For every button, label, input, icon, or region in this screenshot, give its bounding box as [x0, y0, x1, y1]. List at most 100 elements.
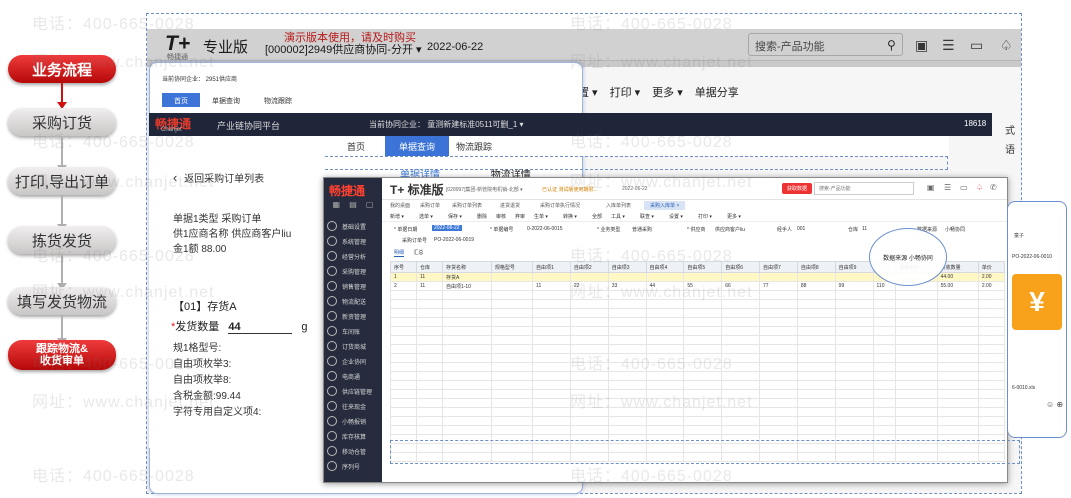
- page-tab[interactable]: 采购入库单 ×: [644, 201, 686, 210]
- grid-cell[interactable]: [490, 272, 534, 282]
- box-icon[interactable]: ▢: [366, 200, 374, 209]
- grid-column-header[interactable]: 序号: [390, 261, 417, 273]
- flow-step-print[interactable]: 打印,导出订单: [8, 167, 116, 195]
- toolbar-button[interactable]: 弃审: [515, 213, 525, 220]
- toolbar-button[interactable]: 联查 ▾: [640, 213, 654, 220]
- toolbar-button[interactable]: 更多 ▾: [727, 213, 741, 220]
- grid-cell[interactable]: [532, 272, 571, 282]
- subtab-summary[interactable]: 汇总: [413, 250, 423, 256]
- grid-cell[interactable]: 44: [645, 281, 685, 291]
- grid-cell[interactable]: 1: [390, 272, 417, 282]
- toolbar-button[interactable]: 保存 ▾: [448, 213, 462, 220]
- toolbar-button[interactable]: 删除: [477, 213, 487, 220]
- toolbar-button[interactable]: 工具 ▾: [611, 213, 625, 220]
- grid-cell[interactable]: 66: [721, 281, 761, 291]
- sidebar-item[interactable]: 基础设置: [327, 220, 382, 232]
- yuan-icon[interactable]: ¥: [1012, 274, 1062, 330]
- grid-cell[interactable]: [607, 272, 647, 282]
- sidebar-item[interactable]: 电商通: [327, 370, 382, 382]
- chat-file-xls[interactable]: 6-0010.xls: [1012, 385, 1035, 391]
- phone-icon[interactable]: ✆: [990, 183, 997, 192]
- grid-column-header[interactable]: 规格型号: [490, 261, 534, 273]
- sidebar-item[interactable]: 新资管理: [327, 310, 382, 322]
- page-tab[interactable]: 进货退货: [500, 202, 520, 209]
- back-to-list-link[interactable]: ‹ 返回采购订单列表: [173, 170, 264, 185]
- grid-column-header[interactable]: 自由项2: [569, 261, 609, 273]
- menu-more[interactable]: 更多 ▾: [652, 84, 683, 100]
- sidebar-item[interactable]: 往来现金: [327, 400, 382, 412]
- emoji-icon[interactable]: ☺ ⊕: [1046, 400, 1063, 409]
- toolbar-button[interactable]: 审核: [496, 213, 506, 220]
- grid-column-header[interactable]: 仓库: [415, 261, 443, 273]
- sidebar-item[interactable]: 企业协同: [327, 355, 382, 367]
- ship-qty-input[interactable]: 44: [228, 321, 293, 334]
- grid-cell[interactable]: [796, 272, 836, 282]
- flow-step-track[interactable]: 跟踪物流& 收货审单: [8, 340, 116, 370]
- sidebar-item[interactable]: 序列号: [327, 460, 382, 472]
- buy-button[interactable]: 获取数据: [782, 183, 813, 194]
- date-field[interactable]: 2022-06-22: [432, 225, 462, 231]
- page-tab[interactable]: 我的桌面: [390, 202, 410, 209]
- grid-column-header[interactable]: 自由项8: [796, 261, 836, 273]
- toolbar-button[interactable]: 生单 ▾: [534, 213, 548, 220]
- grid-column-header[interactable]: 自由项9: [834, 261, 874, 273]
- doc-icon[interactable]: ▣: [927, 183, 935, 192]
- doc-icon[interactable]: ▤: [349, 200, 357, 209]
- sidebar-item[interactable]: 销售管理: [327, 280, 382, 292]
- grid-cell[interactable]: [834, 272, 874, 282]
- biz-type-field[interactable]: 普通采购: [632, 226, 652, 233]
- grid-column-header[interactable]: 自由项7: [759, 261, 798, 273]
- grid-cell[interactable]: 88: [796, 281, 836, 291]
- warehouse-field[interactable]: 11: [862, 226, 867, 232]
- user-id[interactable]: 18618: [964, 119, 986, 128]
- grid-cell[interactable]: [759, 272, 798, 282]
- sidebar-item[interactable]: 订货商城: [327, 340, 382, 352]
- message-icon[interactable]: ▭: [960, 183, 968, 192]
- toolbar-button[interactable]: 选单 ▾: [419, 213, 433, 220]
- sidebar-item[interactable]: 库存核算: [327, 430, 382, 442]
- grid-cell[interactable]: 11: [532, 281, 571, 291]
- mini-tab-logistics[interactable]: 物流跟踪: [252, 93, 304, 107]
- grid-cell[interactable]: 存货A: [441, 272, 492, 282]
- toolbar-button[interactable]: 全部: [592, 213, 602, 220]
- sidebar-item[interactable]: 物流配送: [327, 295, 382, 307]
- grid-cell[interactable]: 22: [569, 281, 609, 291]
- grid-column-header[interactable]: 单价: [977, 261, 1006, 273]
- grid-cell[interactable]: 2: [390, 281, 417, 291]
- handler-field[interactable]: 001: [797, 226, 805, 232]
- front-company-selector[interactable]: [028997]集团-新管院电机销-北部 ▾: [446, 186, 523, 193]
- sidebar-item[interactable]: 采购管理: [327, 265, 382, 277]
- grid-column-header[interactable]: 自由项1: [532, 261, 571, 273]
- toolbar-button[interactable]: 打印 ▾: [698, 213, 712, 220]
- grid-cell[interactable]: 77: [759, 281, 798, 291]
- grid-cell[interactable]: 44.00: [936, 272, 979, 282]
- sidebar-item[interactable]: 供应链管理: [327, 385, 382, 397]
- grid-column-header[interactable]: 自由项4: [645, 261, 685, 273]
- bell-icon[interactable]: ♤: [976, 183, 983, 192]
- flow-step-logistics[interactable]: 填写发货物流: [8, 287, 116, 315]
- flow-step-business[interactable]: 业务流程: [8, 55, 116, 83]
- supplier-field[interactable]: 供应商客户liu: [715, 226, 745, 233]
- flow-step-pick[interactable]: 拣货发货: [8, 226, 116, 254]
- sidebar-item[interactable]: 系统管理: [327, 235, 382, 247]
- grid-cell[interactable]: 11: [415, 281, 443, 291]
- grid-cell[interactable]: [645, 272, 685, 282]
- flow-step-purchase[interactable]: 采购订货: [8, 108, 116, 136]
- tab-home[interactable]: 首页: [347, 140, 365, 153]
- page-tab[interactable]: 采购订单: [420, 202, 440, 209]
- grid-cell[interactable]: 99: [834, 281, 874, 291]
- mini-tab-home[interactable]: 首页: [162, 93, 200, 107]
- chat-file-po[interactable]: PO-2022-06-0010: [1012, 254, 1052, 260]
- grid-cell[interactable]: 55.00: [936, 281, 979, 291]
- grid-cell[interactable]: 55: [683, 281, 723, 291]
- grid-cell[interactable]: 11: [415, 272, 443, 282]
- toolbar-button[interactable]: 转换 ▾: [563, 213, 577, 220]
- grid-cell[interactable]: [721, 272, 761, 282]
- grid-cell[interactable]: 自由项1-10: [441, 281, 492, 291]
- grid-cell[interactable]: 2.00: [977, 272, 1006, 282]
- platform-company-selector[interactable]: 当前协同企业： 童测新建标准0511可删_1 ▾: [369, 119, 524, 130]
- sidebar-item[interactable]: 小畅报销: [327, 415, 382, 427]
- menu-print[interactable]: 打印 ▾: [610, 84, 641, 100]
- grid-cell[interactable]: [683, 272, 723, 282]
- subtab-detail[interactable]: 明细: [394, 250, 405, 257]
